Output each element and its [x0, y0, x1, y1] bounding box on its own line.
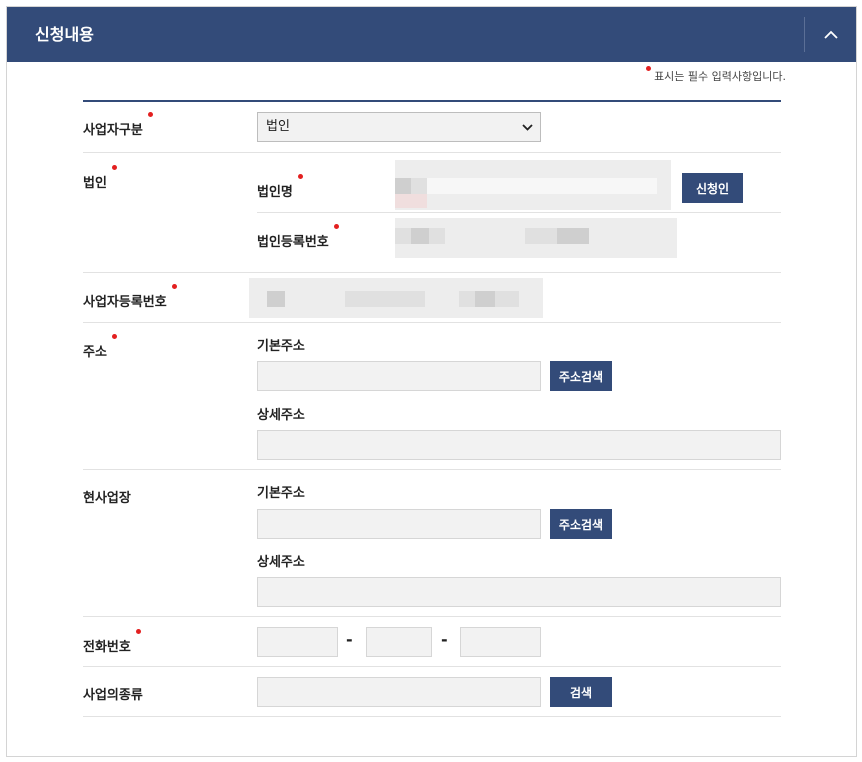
- required-notice: 표시는 필수 입력사항입니다.: [646, 66, 786, 84]
- phone-part2-input[interactable]: [366, 627, 432, 657]
- phone-part1-input[interactable]: [257, 627, 338, 657]
- row-divider: [83, 272, 781, 273]
- address-search-button[interactable]: 주소검색: [550, 361, 612, 391]
- applicant-button[interactable]: 신청인: [682, 173, 743, 203]
- business-reg-no-field[interactable]: [249, 278, 543, 318]
- address-label: 주소: [83, 334, 117, 360]
- phone-label: 전화번호: [83, 629, 141, 655]
- row-divider: [83, 616, 781, 617]
- panel-header: 신청내용: [7, 7, 856, 62]
- required-dot-icon: [171, 284, 177, 289]
- row-divider: [83, 152, 781, 153]
- required-dot-icon: [111, 165, 117, 170]
- required-dot-icon: [147, 112, 153, 117]
- address-detail-label: 상세주소: [257, 408, 305, 423]
- corporation-reg-no-field[interactable]: [395, 218, 677, 258]
- address-basic-input[interactable]: [257, 361, 541, 391]
- business-kind-input[interactable]: [257, 677, 541, 707]
- corporation-name-field[interactable]: [395, 160, 671, 210]
- site-label: 현사업장: [83, 491, 131, 506]
- required-dot-icon: [646, 66, 652, 71]
- chevron-down-icon: [522, 124, 533, 131]
- phone-separator: -: [441, 630, 448, 649]
- corporation-name-label: 법인명: [257, 174, 303, 200]
- row-divider: [83, 716, 781, 717]
- required-notice-text: 표시는 필수 입력사항입니다.: [654, 70, 786, 83]
- business-type-label: 사업자구분: [83, 112, 153, 138]
- corporation-label: 법인: [83, 165, 117, 191]
- business-type-select[interactable]: 법인: [257, 112, 541, 142]
- site-detail-label: 상세주소: [257, 555, 305, 570]
- business-kind-search-button[interactable]: 검색: [550, 677, 612, 707]
- panel-title: 신청내용: [35, 25, 94, 44]
- business-reg-no-label: 사업자등록번호: [83, 284, 177, 310]
- business-type-value: 법인: [266, 119, 290, 134]
- required-dot-icon: [135, 629, 141, 634]
- site-detail-input[interactable]: [257, 577, 781, 607]
- collapse-button[interactable]: [805, 7, 856, 62]
- required-dot-icon: [333, 224, 339, 229]
- site-address-search-button[interactable]: 주소검색: [550, 509, 612, 539]
- chevron-up-icon: [823, 30, 838, 39]
- sub-row-divider: [257, 212, 781, 213]
- required-dot-icon: [297, 174, 303, 179]
- address-detail-input[interactable]: [257, 430, 781, 460]
- site-basic-input[interactable]: [257, 509, 541, 539]
- phone-separator: -: [346, 630, 353, 649]
- phone-part3-input[interactable]: [460, 627, 541, 657]
- row-divider: [83, 469, 781, 470]
- corporation-reg-no-label: 법인등록번호: [257, 224, 339, 250]
- row-divider: [83, 666, 781, 667]
- required-dot-icon: [111, 334, 117, 339]
- site-basic-label: 기본주소: [257, 486, 305, 501]
- row-divider: [83, 322, 781, 323]
- address-basic-label: 기본주소: [257, 339, 305, 354]
- form-top-border: [83, 100, 781, 102]
- business-kind-label: 사업의종류: [83, 688, 143, 703]
